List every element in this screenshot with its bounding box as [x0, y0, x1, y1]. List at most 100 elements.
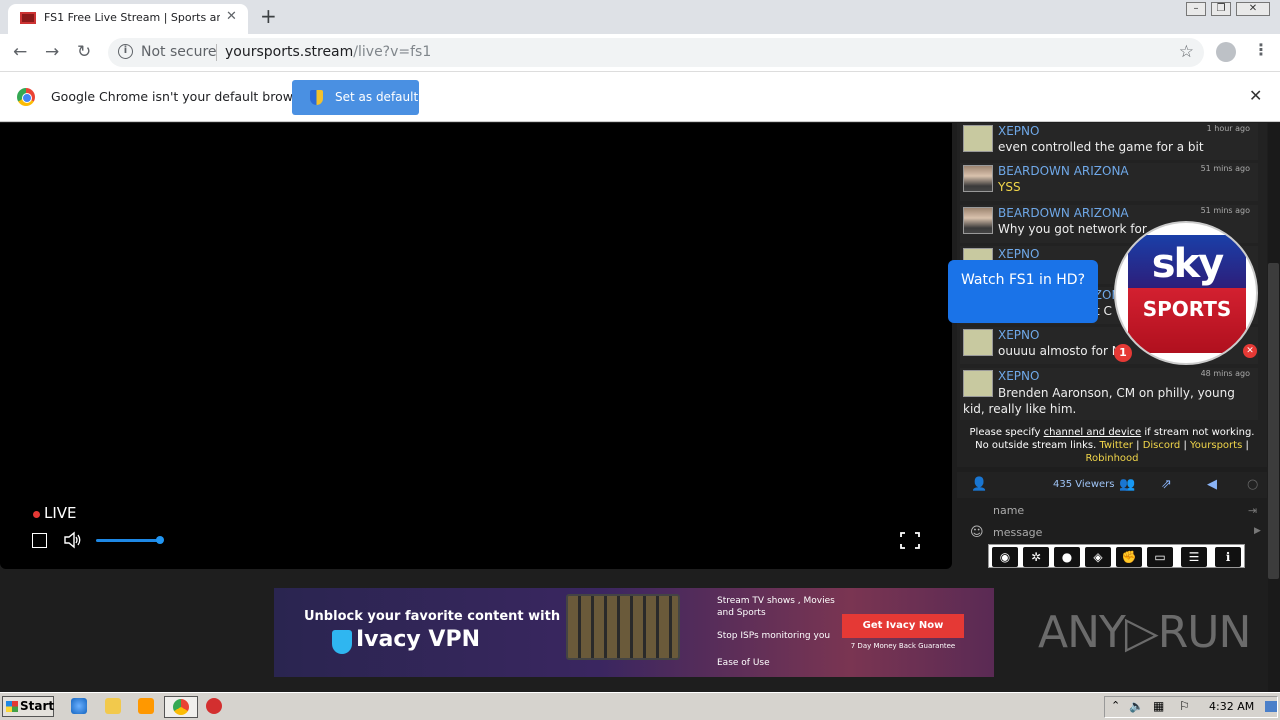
ad-cta-button[interactable]: Get Ivacy Now [842, 614, 964, 638]
video-player[interactable]: LIVE [0, 123, 952, 569]
url-text[interactable]: yoursports.stream/live?v=fs1 [225, 44, 431, 60]
opera-icon[interactable] [206, 698, 222, 714]
start-label: Start [20, 699, 55, 713]
address-bar[interactable]: i Not secure yoursports.stream/live?v=fs… [108, 38, 1204, 67]
restore-button[interactable]: ❐ [1211, 2, 1231, 16]
ad-headline: Unblock your favorite content with [304, 609, 561, 624]
set-default-button[interactable]: Set as default [292, 80, 419, 115]
sports-logo-text: SPORTS [1142, 297, 1232, 321]
windows-taskbar: Start ⌃ 🔈 ▦ ⚐ 4:32 AM [0, 692, 1280, 720]
network-icon[interactable]: ▦ [1153, 699, 1164, 713]
show-desktop-icon[interactable] [1265, 701, 1277, 712]
reload-icon[interactable]: ↻ [77, 42, 91, 62]
back-icon[interactable]: ← [13, 42, 27, 62]
popup-close-icon[interactable]: ✕ [1243, 344, 1257, 358]
send-icon[interactable]: ▶ [1254, 526, 1261, 536]
emoji-icon[interactable]: ☺ [970, 525, 984, 540]
site-info-icon[interactable]: i [118, 44, 133, 59]
twitter-link[interactable]: Twitter [1099, 440, 1133, 451]
fight-icon[interactable]: ✊ [1116, 547, 1142, 567]
tab-title: FS1 Free Live Stream | Sports and TV [44, 11, 220, 24]
tv-icon[interactable]: ▭ [1147, 547, 1173, 567]
watch-hd-bubble[interactable]: Watch FS1 in HD? [948, 260, 1098, 323]
notice-separator: | [1242, 440, 1249, 451]
chat-text: Why you got network for [998, 222, 1147, 236]
security-label: Not secure [141, 44, 217, 60]
ivacy-shield-icon [332, 630, 352, 654]
volume-icon[interactable] [63, 531, 83, 549]
tray-expand-icon[interactable]: ⌃ [1111, 699, 1120, 712]
live-label: LIVE [44, 504, 77, 522]
discord-link[interactable]: Discord [1143, 440, 1181, 451]
ad-point: Ease of Use [717, 658, 770, 668]
chat-name-input[interactable]: name [957, 501, 1267, 521]
chat-username[interactable]: XEPNO [998, 247, 1039, 261]
stop-button[interactable] [32, 533, 47, 548]
ad-point: and Sports [717, 608, 766, 618]
viewers-group-icon[interactable]: 👥 [1119, 477, 1135, 492]
notice-text: if stream not working. [1141, 427, 1255, 438]
live-dot-icon [33, 511, 40, 518]
chrome-taskbar-button[interactable] [164, 696, 198, 718]
chat-username[interactable]: XEPNO [998, 369, 1039, 383]
ie-icon[interactable] [71, 698, 87, 714]
chat-username[interactable]: XEPNO [998, 328, 1039, 342]
page-scrollbar-thumb[interactable] [1268, 263, 1279, 579]
start-button[interactable]: Start [2, 696, 54, 717]
chat-message: XEPNO 1 hour ago even controlled the gam… [960, 123, 1258, 160]
sound-icon[interactable]: ◀ [1207, 477, 1217, 492]
ad-guarantee: 7 Day Money Back Guarantee [850, 642, 956, 650]
explorer-icon[interactable] [105, 698, 121, 714]
chat-text: Brenden Aaronson, CM on philly, young ki… [963, 386, 1235, 416]
action-center-flag-icon[interactable]: ⚐ [1179, 699, 1190, 713]
page-content: LIVE XEPNO 1 hour ago even controlled th… [0, 123, 1280, 692]
ad-point: Stop ISPs monitoring you [717, 631, 831, 641]
settings-circle-icon[interactable]: ○ [1247, 477, 1258, 492]
set-default-label: Set as default [335, 90, 419, 104]
schedule-icon[interactable]: ☰ [1181, 547, 1207, 567]
baseball-icon[interactable]: ● [1054, 547, 1080, 567]
chat-username[interactable]: BEARDOWN ARIZONA [998, 206, 1129, 220]
default-browser-infobar: Google Chrome isn't your default browser… [0, 72, 1280, 122]
ivacy-ad-banner[interactable]: Unblock your favorite content with Ivacy… [274, 588, 994, 677]
chrome-menu-icon[interactable]: ⋮ [1253, 40, 1269, 59]
popout-icon[interactable]: ⇗ [1161, 477, 1172, 492]
chat-timestamp: 51 mins ago [1200, 164, 1250, 173]
user-icon[interactable]: 👤 [971, 477, 987, 492]
profile-avatar-icon[interactable] [1216, 42, 1236, 62]
infobar-close-icon[interactable]: ✕ [1249, 86, 1262, 105]
basketball-icon[interactable]: ✲ [1023, 547, 1049, 567]
window-close-button[interactable]: ✕ [1236, 2, 1270, 16]
fullscreen-icon[interactable] [900, 532, 920, 549]
chat-rules-notice: Please specify channel and device if str… [957, 426, 1267, 468]
browser-tab[interactable]: FS1 Free Live Stream | Sports and TV ✕ [8, 4, 248, 34]
name-placeholder: name [993, 504, 1025, 517]
chat-username[interactable]: XEPNO [998, 124, 1039, 138]
sky-sports-popup[interactable]: sky SPORTS [1114, 221, 1258, 365]
notice-link[interactable]: channel and device [1044, 427, 1142, 438]
chat-message: BEARDOWN ARIZONA 51 mins ago YSS [960, 163, 1258, 201]
volume-slider[interactable] [96, 539, 160, 542]
site-favicon-icon [20, 12, 36, 24]
hockey-icon[interactable]: ◉ [992, 547, 1018, 567]
notice-separator: | [1180, 440, 1191, 451]
forward-icon[interactable]: → [45, 42, 59, 62]
info-icon[interactable]: ℹ [1215, 547, 1241, 567]
chrome-icon [173, 699, 189, 715]
tab-close-icon[interactable]: ✕ [226, 9, 237, 24]
new-tab-button[interactable]: + [260, 4, 277, 28]
yoursports-link[interactable]: Yoursports [1190, 440, 1242, 451]
login-icon[interactable]: ⇥ [1248, 504, 1257, 517]
user-avatar [963, 207, 993, 234]
robinhood-link[interactable]: Robinhood [1085, 453, 1138, 464]
minimize-button[interactable]: – [1186, 2, 1206, 16]
volume-slider-knob[interactable] [156, 536, 164, 544]
media-player-icon[interactable] [138, 698, 154, 714]
speaker-icon[interactable]: 🔈 [1129, 699, 1144, 713]
notice-separator: | [1132, 440, 1143, 451]
user-avatar [963, 165, 993, 192]
chat-username[interactable]: BEARDOWN ARIZONA [998, 164, 1129, 178]
football-icon[interactable]: ◈ [1085, 547, 1111, 567]
bookmark-star-icon[interactable]: ☆ [1179, 42, 1194, 62]
chat-message-input[interactable]: message [957, 523, 1267, 543]
